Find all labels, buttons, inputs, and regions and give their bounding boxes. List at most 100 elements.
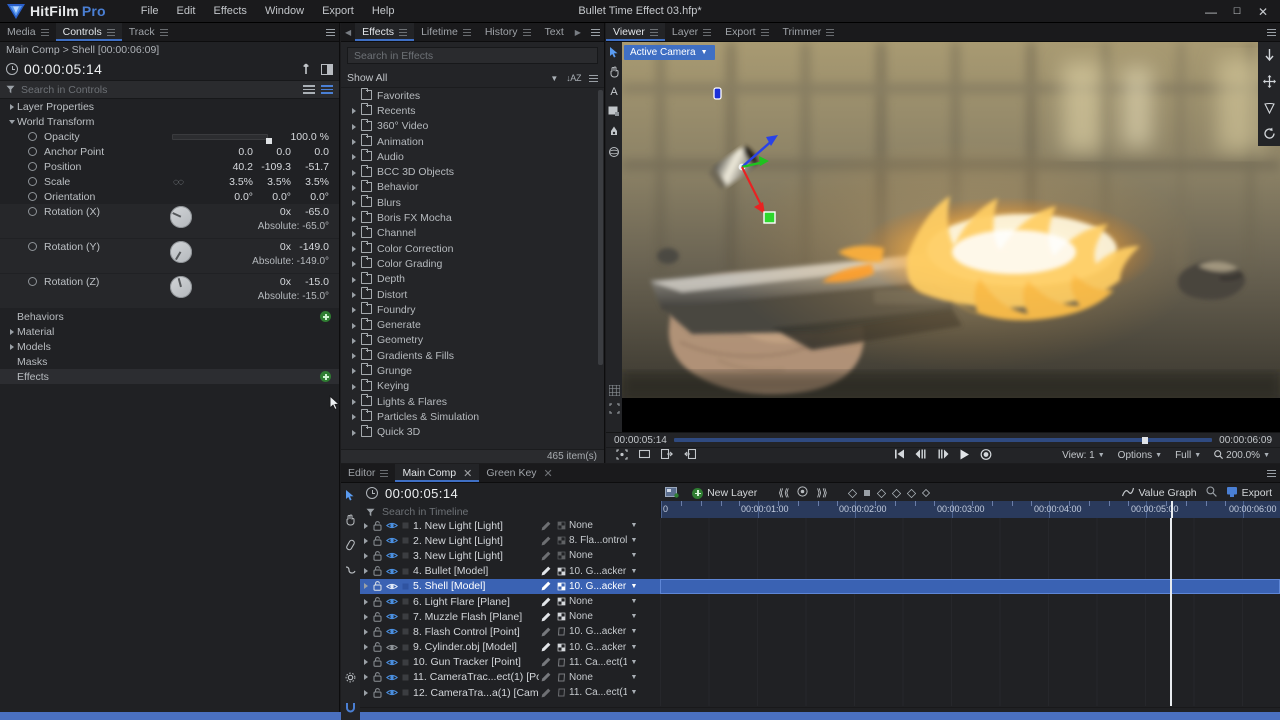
chevron-right-icon[interactable] (350, 275, 359, 284)
blend-mode-icon[interactable] (553, 673, 569, 682)
edit-pencil-icon[interactable] (539, 657, 553, 667)
record-icon[interactable] (980, 448, 992, 463)
slip-tool-icon[interactable] (345, 539, 356, 554)
position-y[interactable]: -109.3 (253, 161, 291, 173)
magnet-snap-icon[interactable] (345, 702, 356, 716)
effect-category-blurs[interactable]: Blurs (341, 195, 604, 210)
edit-pencil-icon[interactable] (539, 536, 553, 546)
layer-name[interactable]: 11. CameraTrac...ect(1) [Point] (411, 671, 539, 683)
chevron-right-icon[interactable] (350, 321, 359, 330)
maximize-button[interactable]: ☐ (1224, 0, 1250, 23)
blend-mode-icon[interactable] (553, 643, 569, 652)
chevron-down-icon[interactable]: ▼ (1098, 452, 1105, 459)
menu-window[interactable]: Window (256, 3, 313, 19)
chevron-right-icon[interactable] (350, 336, 359, 345)
parent-layer-value[interactable]: None (569, 672, 627, 683)
select-tool-icon[interactable] (608, 45, 621, 58)
rate-stretch-tool-icon[interactable] (345, 564, 357, 579)
menu-edit[interactable]: Edit (168, 3, 205, 19)
parent-layer-value[interactable]: 11. Ca...ect(1) (569, 687, 627, 698)
blend-mode-icon[interactable] (553, 521, 569, 530)
chevron-down-icon[interactable]: ▼ (1263, 452, 1270, 459)
property-position[interactable]: Position 40.2 -109.3 -51.7 (0, 159, 339, 174)
effect-category-depth[interactable]: Depth (341, 271, 604, 287)
go-to-start-icon[interactable] (895, 449, 905, 462)
transport-center-group[interactable] (895, 448, 992, 463)
blend-mode-icon[interactable] (553, 567, 569, 576)
stopwatch-icon[interactable] (28, 242, 37, 251)
expand-layer-icon[interactable] (360, 690, 371, 696)
chevron-down-icon[interactable]: ▼ (627, 552, 641, 559)
tab-layer[interactable]: Layer (665, 23, 718, 41)
chevron-down-icon[interactable]: ▼ (627, 598, 641, 605)
tab-menu-icon[interactable] (649, 28, 658, 36)
controls-search-row[interactable]: Search in Controls (0, 80, 339, 99)
visibility-icon[interactable] (384, 597, 399, 606)
stopwatch-icon[interactable] (28, 177, 37, 186)
timeline-ruler[interactable]: 0 00:00:01:00 00:00:02:00 00:00:03:00 00… (660, 501, 1280, 518)
expand-layer-icon[interactable] (360, 553, 371, 559)
snapshot-icon[interactable] (684, 448, 697, 462)
expand-layer-icon[interactable] (360, 644, 371, 650)
step-back-icon[interactable] (915, 449, 927, 462)
zoom-selector[interactable]: 200.0% ▼ (1214, 449, 1270, 462)
chevron-down-icon[interactable]: ▼ (627, 537, 641, 544)
chevron-right-icon[interactable] (8, 102, 17, 111)
menu-export[interactable]: Export (313, 3, 363, 19)
tab-track[interactable]: Track (122, 23, 175, 41)
viewer-stage[interactable] (622, 42, 1280, 432)
chevron-right-icon[interactable] (350, 198, 359, 207)
scale-y[interactable]: 3.5% (253, 176, 291, 188)
tab-export[interactable]: Export (718, 23, 775, 41)
blend-mode-icon[interactable] (553, 582, 569, 591)
tab-lifetime[interactable]: Lifetime (414, 23, 478, 41)
chevron-right-icon[interactable] (350, 183, 359, 192)
visibility-icon[interactable] (384, 551, 399, 560)
visibility-icon[interactable] (384, 582, 399, 591)
section-models[interactable]: Models (0, 339, 339, 354)
effect-category-favorites[interactable]: Favorites (341, 88, 604, 103)
parent-layer-value[interactable]: 11. Ca...ect(1) (569, 657, 627, 668)
effect-category-color-correction[interactable]: Color Correction (341, 241, 604, 256)
chevron-right-icon[interactable] (350, 244, 359, 253)
opacity-slider[interactable] (172, 134, 272, 144)
hand-tool-icon[interactable] (345, 514, 356, 529)
audio-icon[interactable] (399, 568, 411, 575)
viewer-scrubber-row[interactable]: 00:00:05:14 00:00:06:09 (606, 432, 1280, 447)
orientation-y[interactable]: 0.0° (253, 191, 291, 203)
link-chain-icon[interactable]: ◌◌ (173, 177, 184, 188)
blend-mode-icon[interactable] (553, 551, 569, 560)
value-graph-button[interactable]: Value Graph (1122, 487, 1197, 500)
stopwatch-icon[interactable] (28, 162, 37, 171)
chevron-down-icon[interactable]: ▼ (627, 659, 641, 666)
keyframe-linear-icon[interactable] (847, 488, 857, 498)
plane-tool-icon[interactable] (608, 105, 621, 118)
sort-az-icon[interactable]: ↓A Z (566, 73, 581, 83)
menu-help[interactable]: Help (363, 3, 404, 19)
section-behaviors[interactable]: Behaviors (0, 309, 339, 324)
rotation-z-degrees[interactable]: -15.0 (291, 276, 329, 288)
rotation-y-degrees[interactable]: -149.0 (291, 241, 329, 253)
playhead-ruler[interactable] (1171, 501, 1173, 518)
parent-layer-value[interactable]: None (569, 520, 627, 531)
playhead-tracks[interactable] (1170, 518, 1172, 706)
expand-layer-icon[interactable] (360, 583, 371, 589)
rotation-x-dial[interactable] (170, 206, 192, 228)
rotation-z-revolutions[interactable]: 0x (253, 276, 291, 288)
lock-icon[interactable] (371, 596, 384, 607)
tabs-scroll-right-icon[interactable]: ▶ (571, 23, 585, 41)
close-icon[interactable]: ✕ (544, 467, 553, 480)
parent-layer-value[interactable]: None (569, 596, 627, 607)
chevron-right-icon[interactable] (350, 382, 359, 391)
effect-category-animation[interactable]: Animation (341, 134, 604, 149)
lock-icon[interactable] (371, 687, 384, 698)
chevron-right-icon[interactable] (350, 397, 359, 406)
timeline-settings-icon[interactable] (345, 672, 356, 686)
pan-tool-icon[interactable] (1262, 75, 1276, 88)
quality-selector[interactable]: Full ▼ (1175, 450, 1201, 461)
lock-icon[interactable] (371, 672, 384, 683)
section-effects[interactable]: Effects (0, 369, 339, 384)
lock-icon[interactable] (371, 657, 384, 667)
tab-menu-icon[interactable] (380, 469, 389, 477)
chevron-right-icon[interactable] (350, 366, 359, 375)
